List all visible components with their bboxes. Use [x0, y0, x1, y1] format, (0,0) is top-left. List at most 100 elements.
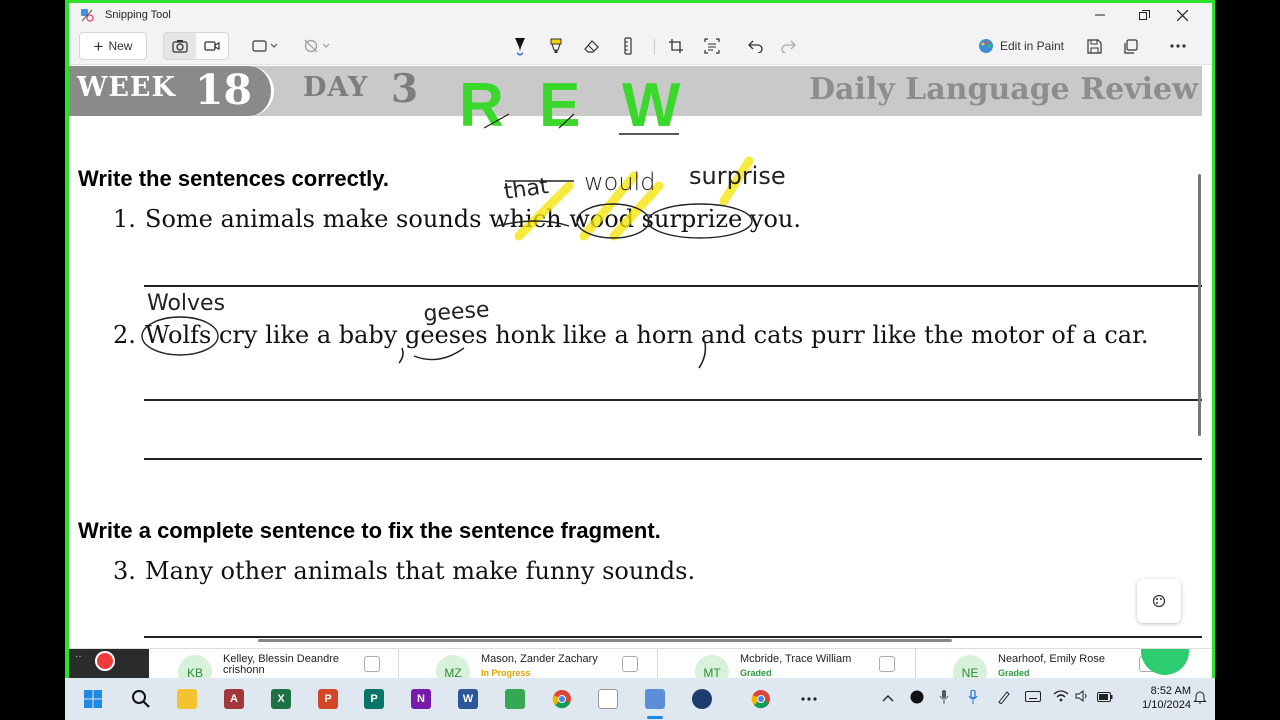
student-name: Nearhoof, Emily Rose [998, 653, 1105, 665]
crop-button[interactable] [661, 32, 691, 60]
inserted-comma [698, 342, 707, 369]
notifications-button[interactable] [1193, 690, 1207, 707]
student-card[interactable]: MZ Mason, Zander Zachary In Progress [430, 649, 680, 678]
app-tray-icon [910, 690, 924, 704]
snipping-tool-taskbar-button[interactable] [643, 687, 667, 711]
word-circle [141, 316, 219, 356]
pen-icon [515, 38, 525, 56]
document-icon [598, 689, 618, 709]
more-apps-button[interactable] [797, 687, 821, 711]
student-status: Graded [740, 668, 772, 678]
rectangle-snip-icon [252, 40, 278, 52]
start-button[interactable] [81, 687, 105, 711]
record-stop-button[interactable] [95, 651, 115, 671]
title-bar: Snipping Tool [69, 3, 1212, 27]
excel-button[interactable]: X [269, 687, 293, 711]
more-dots-icon [1170, 44, 1186, 48]
edit-in-paint-label: Edit in Paint [999, 39, 1065, 53]
handwritten-correction: geese [423, 297, 491, 327]
battery-button[interactable] [1097, 690, 1113, 705]
edit-in-paint-button[interactable]: Edit in Paint [971, 32, 1071, 60]
floating-tool-button[interactable] [1137, 579, 1181, 623]
more-dots-icon [801, 697, 817, 701]
powerpoint-button[interactable]: P [316, 687, 340, 711]
save-icon [1086, 38, 1102, 54]
text-actions-button[interactable] [697, 32, 727, 60]
save-button[interactable] [1081, 32, 1107, 60]
more-options-button[interactable] [1165, 32, 1191, 60]
delay-dropdown[interactable] [297, 32, 337, 60]
powerpoint-icon: P [318, 689, 338, 709]
handwritten-correction: Wolves [147, 291, 225, 316]
tray-app-button[interactable] [910, 690, 924, 707]
ballpoint-pen-button[interactable] [505, 32, 535, 60]
show-hidden-icons-button[interactable] [882, 690, 894, 705]
capture-mode-group [163, 32, 229, 60]
close-button[interactable] [1160, 3, 1204, 27]
screenshot-mode-button[interactable] [164, 33, 196, 59]
new-button-label: New [108, 39, 133, 53]
worksheet-canvas[interactable]: WEEK 18 DAY 3 Daily Language Review Writ… [69, 66, 1202, 677]
teams-button[interactable] [690, 687, 714, 711]
avatar: MT [695, 655, 729, 678]
battery-icon [1097, 692, 1113, 702]
folder-icon [177, 689, 197, 709]
student-checkbox[interactable] [879, 656, 895, 672]
plus-icon: + [93, 36, 104, 56]
highlighter-button[interactable] [541, 32, 571, 60]
toolbar-divider [654, 39, 655, 55]
taskbar-clock[interactable]: 8:52 AM 1/10/2024 [1125, 684, 1191, 712]
student-card[interactable]: KB Kelley, Blessin Deandre crishonn [172, 649, 422, 678]
close-icon [1176, 9, 1188, 21]
pen-icon [998, 691, 1010, 705]
file-explorer-button[interactable] [175, 687, 199, 711]
horizontal-scrollbar[interactable] [258, 639, 952, 642]
publisher-button[interactable]: P [362, 687, 386, 711]
word-icon: W [458, 689, 478, 709]
windows-taskbar: A X P P N W 8:52 AM 1/10/2024 [65, 678, 1215, 720]
ink-layer: that would surprise Wolves geese R E W [141, 71, 786, 369]
undo-button[interactable] [741, 32, 771, 60]
student-name: Kelley, Blessin Deandre crishonn [223, 653, 339, 676]
redo-icon [781, 40, 796, 53]
chrome-profile-button[interactable] [749, 687, 773, 711]
chrome-icon [552, 690, 571, 709]
redo-button[interactable] [773, 32, 803, 60]
copy-button[interactable] [1117, 32, 1143, 60]
word-button[interactable]: W [456, 687, 480, 711]
student-checkbox[interactable] [622, 656, 638, 672]
restore-icon [1138, 9, 1150, 20]
student-checkbox[interactable] [364, 656, 380, 672]
ruler-icon [624, 37, 632, 55]
onenote-button[interactable]: N [409, 687, 433, 711]
snip-shape-dropdown[interactable] [245, 32, 285, 60]
classroom-button[interactable] [503, 687, 527, 711]
student-card[interactable]: MT Mcbride, Trace William Graded [689, 649, 939, 678]
onenote-icon: N [411, 689, 431, 709]
paint-palette-icon [1152, 594, 1166, 608]
chrome-icon [751, 690, 770, 709]
text-actions-icon [704, 38, 720, 54]
excel-icon: X [271, 689, 291, 709]
keyboard-button[interactable] [1025, 690, 1041, 705]
crop-icon [669, 39, 683, 53]
ruler-button[interactable] [613, 32, 643, 60]
voice-input-button[interactable] [968, 689, 978, 707]
green-letter: W [622, 71, 681, 140]
wifi-button[interactable] [1053, 690, 1069, 705]
video-mode-button[interactable] [196, 33, 228, 59]
undo-icon [748, 40, 763, 53]
active-indicator [647, 716, 663, 719]
eraser-button[interactable] [577, 32, 607, 60]
new-button[interactable]: + New [79, 32, 147, 60]
student-status: Graded [998, 668, 1030, 678]
minimize-button[interactable] [1078, 3, 1122, 27]
vertical-scrollbar[interactable] [1198, 174, 1201, 436]
pen-menu-button[interactable] [997, 690, 1011, 707]
microphone-tray-button[interactable] [939, 690, 949, 707]
chrome-button[interactable] [550, 687, 574, 711]
search-button[interactable] [129, 687, 153, 711]
notepad-button[interactable] [596, 687, 620, 711]
access-button[interactable]: A [222, 687, 246, 711]
volume-button[interactable] [1075, 690, 1089, 705]
